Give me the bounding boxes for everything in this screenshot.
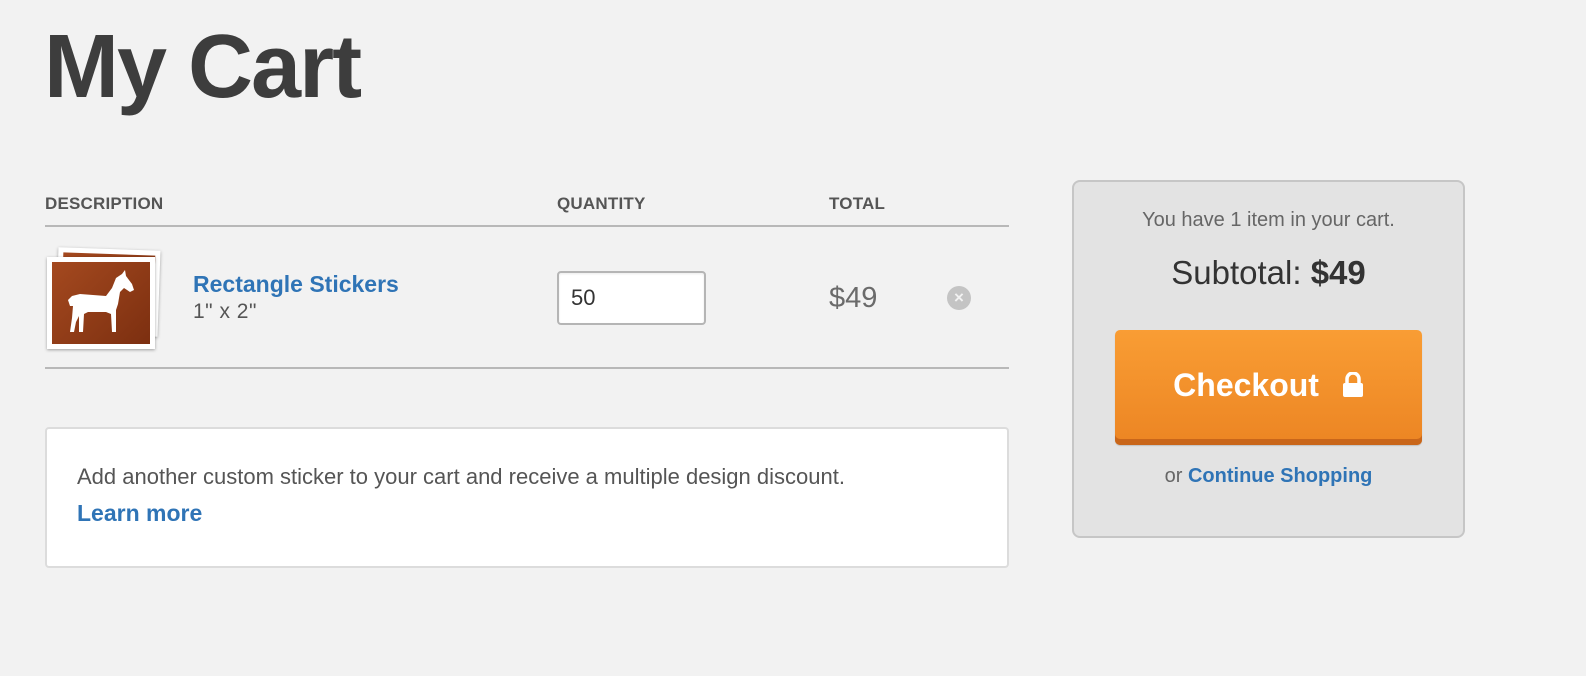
column-header-total: TOTAL	[829, 194, 886, 213]
cart-page: My Cart DESCRIPTION QUANTITY TOTAL Recta…	[0, 0, 1586, 676]
lock-icon	[1342, 372, 1363, 397]
continue-shopping-link[interactable]: Continue Shopping	[1188, 465, 1372, 487]
table-header: DESCRIPTION QUANTITY TOTAL	[45, 190, 1009, 227]
product-name-link[interactable]: Rectangle Stickers	[193, 271, 399, 298]
promo-box: Add another custom sticker to your cart …	[45, 427, 1009, 568]
subtotal-label: Subtotal:	[1171, 254, 1302, 291]
quantity-input[interactable]	[557, 271, 706, 325]
item-count-text: You have 1 item in your cart.	[1142, 209, 1395, 231]
horse-icon	[68, 270, 134, 332]
subtotal-amount: $49	[1310, 254, 1366, 291]
or-text: or	[1164, 465, 1183, 487]
page-title: My Cart	[44, 17, 362, 117]
product-size: 1" x 2"	[193, 300, 257, 323]
row-total: $49	[829, 282, 878, 314]
column-header-description: DESCRIPTION	[45, 194, 164, 213]
remove-circle-x-icon[interactable]: ×	[947, 286, 971, 310]
promo-text: Add another custom sticker to your cart …	[77, 464, 845, 489]
sticker-sheet-front	[47, 257, 155, 349]
cart-table: DESCRIPTION QUANTITY TOTAL Rectangle Sti…	[45, 190, 1009, 369]
checkout-label: Checkout	[1173, 367, 1319, 403]
product-thumbnail[interactable]	[45, 247, 163, 349]
cart-summary-panel: You have 1 item in your cart. Subtotal: …	[1072, 180, 1465, 538]
subtotal: Subtotal: $49	[1074, 254, 1463, 292]
checkout-button[interactable]: Checkout	[1115, 330, 1422, 445]
learn-more-link[interactable]: Learn more	[77, 500, 202, 527]
continue-line: or Continue Shopping	[1074, 465, 1463, 488]
column-header-quantity: QUANTITY	[557, 194, 646, 213]
table-row: Rectangle Stickers 1" x 2" $49 ×	[45, 227, 1009, 369]
